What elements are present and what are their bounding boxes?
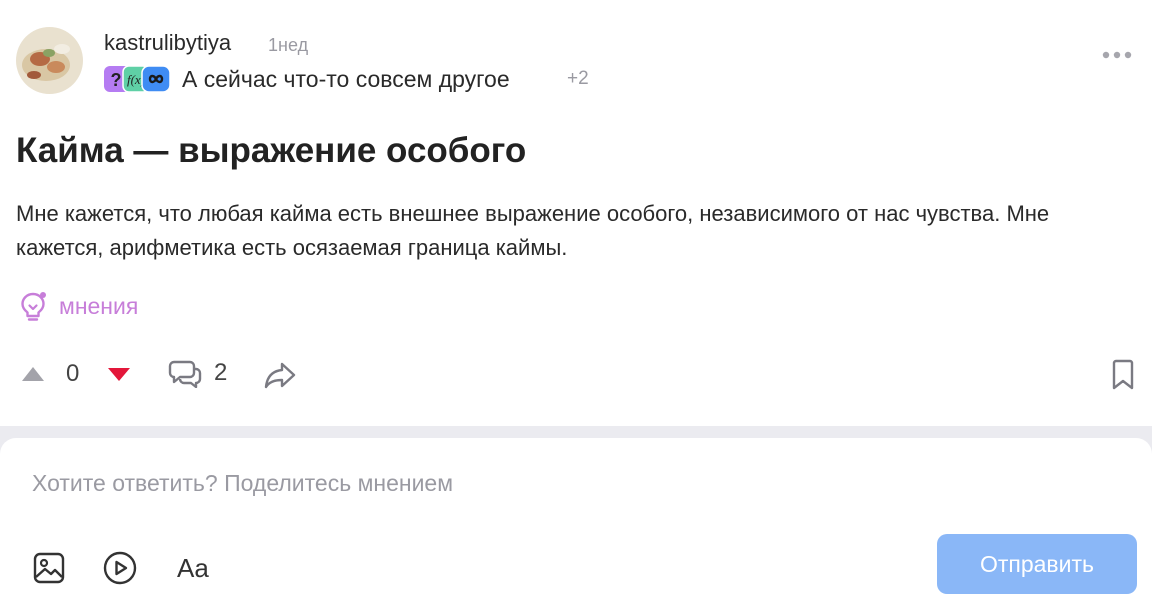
reply-input[interactable] — [32, 466, 912, 500]
opinions-button[interactable]: мнения — [19, 289, 138, 323]
post-body: Мне кажется, что любая кайма есть внешне… — [16, 201, 1050, 260]
opinions-label: мнения — [59, 292, 139, 319]
svg-text:?: ? — [111, 70, 122, 90]
comments-button[interactable]: 2 — [168, 358, 227, 388]
community-name[interactable]: А сейчас что-то совсем другое — [182, 64, 510, 94]
author-avatar[interactable] — [16, 27, 83, 94]
lightbulb-icon — [21, 292, 46, 321]
bookmark-button[interactable] — [1110, 359, 1136, 391]
share-button[interactable] — [264, 361, 296, 389]
attach-video-button[interactable] — [103, 551, 137, 585]
upvote-button[interactable] — [20, 365, 46, 383]
attach-image-button[interactable] — [33, 552, 65, 584]
image-icon — [33, 552, 65, 584]
avatar-image — [16, 27, 83, 94]
post-title: Кайма — выражение особого — [16, 131, 527, 170]
bookmark-icon — [1112, 359, 1134, 390]
downvote-arrow-icon — [108, 368, 130, 381]
reply-card: Aa Отправить — [0, 438, 1152, 610]
more-options-button[interactable] — [1100, 45, 1134, 65]
more-dots-icon — [1102, 51, 1132, 59]
upvote-arrow-icon — [22, 367, 44, 381]
comments-icon — [168, 360, 202, 388]
text-format-button[interactable]: Aa — [177, 552, 209, 584]
community-icons[interactable]: ? f(x) — [104, 65, 172, 93]
infinity-icon — [141, 65, 171, 93]
author-name[interactable]: kastrulibytiya — [104, 29, 231, 57]
post-card: kastrulibytiya 1нед ? f(x) А сейчас что-… — [0, 0, 1152, 426]
submit-button[interactable]: Отправить — [937, 534, 1137, 594]
play-circle-icon — [103, 551, 137, 585]
rating-count: 0 — [66, 360, 80, 387]
downvote-button[interactable] — [106, 367, 132, 383]
share-arrow-icon — [264, 362, 296, 389]
community-more-count[interactable]: +2 — [567, 66, 589, 92]
post-time: 1нед — [268, 35, 309, 55]
comments-count: 2 — [214, 359, 228, 386]
